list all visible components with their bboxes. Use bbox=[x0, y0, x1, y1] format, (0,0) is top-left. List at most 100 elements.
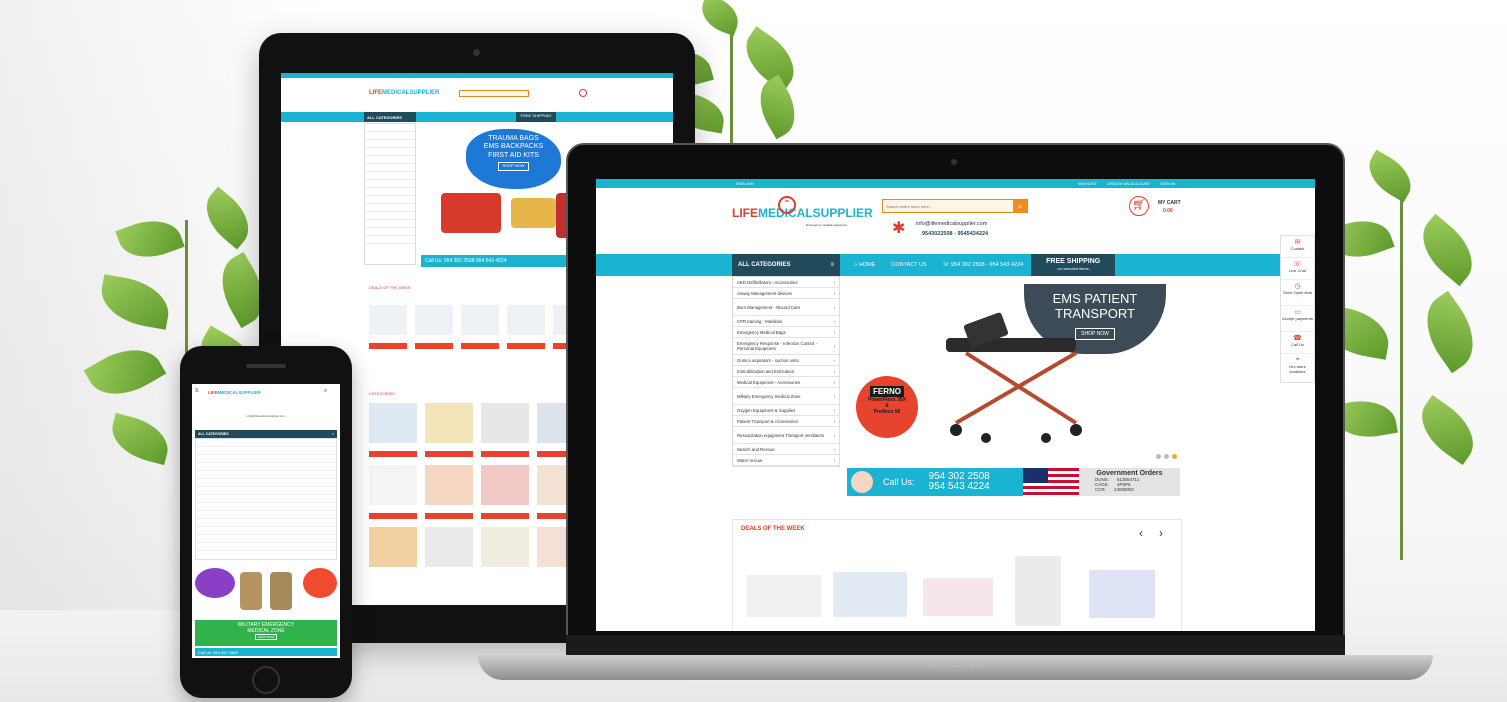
government-orders: Government Orders DUNS. 613554711 CAGE. 4P… bbox=[1079, 468, 1180, 496]
tablet-product-bag bbox=[441, 193, 501, 233]
deal-product-image[interactable] bbox=[1089, 570, 1155, 618]
deal-product-image[interactable] bbox=[923, 578, 993, 616]
logo-heartbeat-icon: ⌃ bbox=[778, 196, 796, 214]
wishlist-link[interactable]: WISHLIST bbox=[1078, 181, 1097, 186]
rail-locations[interactable]: ⌖ Our store locations bbox=[1281, 354, 1314, 382]
tablet-cart-icon[interactable] bbox=[579, 89, 588, 97]
tablet-category-grid bbox=[369, 403, 585, 567]
carousel-dot[interactable] bbox=[1172, 454, 1177, 459]
category-item[interactable]: Gomco aspirators - suction units › bbox=[733, 355, 839, 366]
nav-home[interactable]: ⌂ HOME bbox=[854, 262, 875, 268]
deal-product-image[interactable] bbox=[747, 575, 821, 617]
top-bar: ENGLISH WISHLIST CREATE AN ACCOUNT SIGN … bbox=[596, 179, 1315, 188]
phone-banner-cta[interactable]: SHOP NOW bbox=[254, 634, 278, 640]
star-of-life-icon: ✱ bbox=[892, 220, 906, 237]
call-label: Call Us: bbox=[883, 477, 915, 487]
carousel-dots bbox=[1156, 454, 1177, 459]
deal-product-image[interactable] bbox=[1015, 556, 1061, 626]
nav-contact[interactable]: CONTACT US bbox=[891, 262, 926, 268]
site-logo[interactable]: LIFE MEDICAL SUPPLIER bbox=[732, 206, 873, 220]
us-flag bbox=[1023, 468, 1079, 496]
search-bar: ⌕ bbox=[882, 199, 1028, 213]
category-item[interactable]: AED Defibrillators - Accessories › bbox=[733, 277, 839, 288]
tablet-deals-title: DEALS OF THE WEEK bbox=[369, 285, 411, 290]
carousel-dot[interactable] bbox=[1156, 454, 1161, 459]
category-item[interactable]: Emergency Medical Bags › bbox=[733, 327, 839, 338]
category-item[interactable]: CPR training - Manikins › bbox=[733, 316, 839, 327]
tablet-category-list bbox=[364, 123, 416, 265]
category-item[interactable]: Patient Transport & Accessories › bbox=[733, 416, 839, 427]
tablet-header: LIFE MEDICAL SUPPLIER bbox=[281, 78, 673, 108]
phone-email[interactable]: info@lifemedicalsupplier.com bbox=[192, 414, 340, 418]
category-item[interactable]: Oxygen Equipment & Supplies › bbox=[733, 405, 839, 416]
category-list: AED Defibrillators - Accessories › Airway… bbox=[732, 276, 840, 467]
phone-menu-icon[interactable]: ≡ bbox=[195, 388, 199, 394]
deals-next-icon[interactable]: › bbox=[1159, 526, 1163, 540]
category-item[interactable]: Airway Management devices › bbox=[733, 288, 839, 299]
category-item[interactable]: Burn Management - Wound Care › bbox=[733, 299, 839, 316]
search-button[interactable]: ⌕ bbox=[1013, 200, 1027, 212]
cart-total: 0.00 bbox=[1163, 208, 1173, 214]
header-phones[interactable]: 9543022508 - 9545434224 bbox=[922, 231, 988, 237]
tablet-logo[interactable]: LIFE MEDICAL SUPPLIER bbox=[369, 90, 439, 96]
category-item[interactable]: Resuscitation equipment Transport ventil… bbox=[733, 427, 839, 444]
phone-callbar: Call Us: 954 302 2508 bbox=[195, 648, 337, 656]
call-us-bar: Call Us: 954 302 2508 954 543 4224 bbox=[847, 468, 1023, 496]
tablet-banner-bubble: TRAUMA BAGS EMS BACKPACKS FIRST AID KITS… bbox=[466, 129, 561, 189]
rail-payments[interactable]: ▭ Accept payments bbox=[1281, 306, 1314, 332]
nav-phones[interactable]: ☏ 954 302 2508 - 954 543 4224 bbox=[943, 262, 1024, 268]
tablet-banner-cta[interactable]: SHOP NOW bbox=[498, 162, 529, 171]
all-categories-toggle[interactable]: ALL CATEGORIES ≡ bbox=[732, 254, 840, 276]
ferno-badge: FERNO PowerFlexx 35X & Proflexx 56 bbox=[856, 376, 918, 438]
sign-in-link[interactable]: SIGN IN bbox=[1160, 181, 1175, 186]
tablet-search[interactable] bbox=[459, 89, 530, 97]
category-item[interactable]: Military Emergency medical Zone › bbox=[733, 388, 839, 405]
rail-call-us[interactable]: ☎ Call Us bbox=[1281, 332, 1314, 354]
tablet-product-kit bbox=[511, 198, 556, 228]
phone-logo[interactable]: LIFE MEDICAL SUPPLIER bbox=[208, 390, 261, 395]
laptop-chin bbox=[566, 635, 1345, 655]
tablet-navbar: ALL CATEGORIES FREE SHIPPING bbox=[281, 112, 673, 122]
rail-store-open[interactable]: ◷ Store Open time bbox=[1281, 280, 1314, 306]
cart-label[interactable]: MY CART bbox=[1158, 200, 1181, 206]
create-account-link[interactable]: CREATE AN ACCOUNT bbox=[1107, 181, 1150, 186]
logo-part1: LIFE bbox=[732, 206, 758, 220]
deals-section: DEALS OF THE WEEK ‹ › bbox=[732, 519, 1182, 631]
laptop-device: ENGLISH WISHLIST CREATE AN ACCOUNT SIGN … bbox=[478, 143, 1433, 680]
hero-banner: EMS PATIENT TRANSPORT SHOP NOW FERNO Pow… bbox=[846, 276, 1186, 466]
tablet-categories-title: CATEGORIES bbox=[369, 391, 395, 396]
header: LIFE MEDICAL SUPPLIER ⌃ Emergency medical … bbox=[596, 188, 1315, 254]
category-item[interactable]: Search and Rescue › bbox=[733, 444, 839, 455]
tablet-deals-row bbox=[369, 305, 591, 335]
header-email[interactable]: info@lifemedicalsupplier.com bbox=[916, 221, 987, 227]
free-shipping-badge: FREE SHIPPING - on selected items - bbox=[1031, 254, 1116, 276]
carousel-dot[interactable] bbox=[1164, 454, 1169, 459]
search-input[interactable] bbox=[883, 200, 1013, 212]
language-selector[interactable]: ENGLISH bbox=[736, 181, 754, 186]
phone-banner-images bbox=[195, 568, 337, 620]
phone-screen: ≡ LIFE MEDICAL SUPPLIER ⌕ info@lifemedical… bbox=[192, 384, 340, 658]
phone-home-button[interactable] bbox=[252, 666, 280, 694]
right-rail: ✉ Contact ☏ Live Chat ◷ Store Open time ▭ Ac… bbox=[1280, 235, 1315, 383]
category-item[interactable]: Emergency Response - Infection Control -… bbox=[733, 338, 839, 355]
phone-speaker bbox=[246, 364, 286, 368]
deals-prev-icon[interactable]: ‹ bbox=[1139, 526, 1143, 540]
logo-tagline: Emergency medical equipment bbox=[806, 223, 848, 227]
call-phone-2[interactable]: 954 543 4224 bbox=[929, 481, 990, 493]
logo-part3: SUPPLIER bbox=[812, 206, 873, 220]
phone-category-list bbox=[195, 438, 337, 560]
category-item[interactable]: Water rescue › bbox=[733, 455, 839, 466]
laptop-camera bbox=[951, 159, 957, 165]
phone-header: ≡ LIFE MEDICAL SUPPLIER ⌕ bbox=[192, 384, 340, 406]
phone-search-icon[interactable]: ⌕ bbox=[324, 388, 327, 395]
cart-icon[interactable]: 🛒︎ bbox=[1129, 196, 1149, 216]
category-item[interactable]: Medical Equipment - Accessories › bbox=[733, 377, 839, 388]
stretcher-illustration bbox=[946, 312, 1082, 443]
phone-all-categories[interactable]: ALL CATEGORIES ≡ bbox=[195, 430, 337, 438]
mockup-scene: LIFE MEDICAL SUPPLIER ALL CATEGORIES FREE … bbox=[0, 0, 1507, 702]
category-item[interactable]: Immobilization and Extrication › bbox=[733, 366, 839, 377]
rail-contact[interactable]: ✉ Contact bbox=[1281, 236, 1314, 258]
tablet-all-categories[interactable]: ALL CATEGORIES bbox=[364, 112, 416, 122]
rail-live-chat[interactable]: ☏ Live Chat bbox=[1281, 258, 1314, 280]
deal-product-image[interactable] bbox=[833, 572, 907, 617]
